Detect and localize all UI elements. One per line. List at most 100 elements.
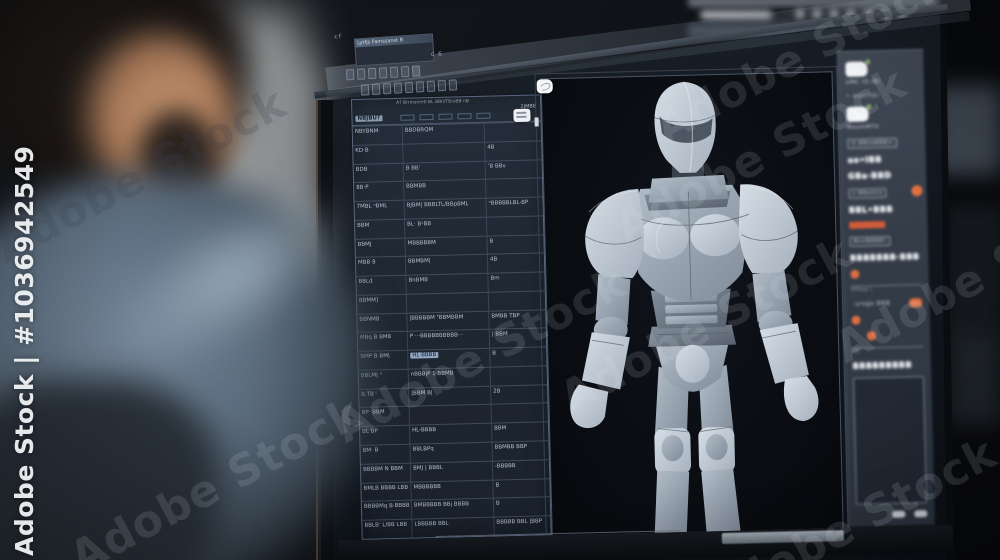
mini-window-titlebar[interactable]: Lytfjs Famssanst B bbox=[355, 34, 433, 48]
toolbar-button[interactable] bbox=[389, 66, 399, 78]
row-cell-value: BBDBRQM bbox=[402, 123, 486, 144]
asset-thumbnail-icon bbox=[850, 268, 921, 270]
row-cell-value: MBBBBBM bbox=[405, 236, 488, 257]
orange-value-bar bbox=[850, 268, 921, 270]
outliner-header-text: A? Brrmsnmtl BL BBiI/TB/vBB nB bbox=[396, 99, 469, 106]
properties-panel-item[interactable]: BBBBBBB·BBB bbox=[850, 252, 921, 263]
toolbar-button[interactable] bbox=[448, 79, 458, 91]
row-cell-name: BBBBMq B·BBBB bbox=[361, 500, 413, 520]
properties-panel-item[interactable] bbox=[851, 314, 922, 325]
row-cell-name: BBLBʼ L/BB LBB bbox=[362, 519, 413, 539]
orange-status-dot bbox=[851, 315, 861, 325]
properties-panel-item[interactable]: UMC IO IBI bbox=[845, 60, 917, 86]
row-cell-value: BBLBPq bbox=[410, 442, 493, 463]
toolbar-button[interactable] bbox=[378, 67, 388, 79]
properties-panel-item[interactable]: BBBBBBBBB bbox=[853, 360, 924, 370]
row-cell-value bbox=[406, 292, 490, 313]
row-cell-extra: 4B bbox=[489, 256, 498, 264]
toolbar-button[interactable] bbox=[393, 82, 403, 94]
orange-blob bbox=[866, 331, 877, 341]
row-cell-extra: | BBM bbox=[491, 331, 508, 339]
row-cell-value bbox=[409, 405, 492, 425]
orange-status-dot bbox=[850, 269, 860, 279]
row-cell-extra: -BBBBB bbox=[494, 462, 516, 470]
row-cell-value: nBBBjP 1·BBMB bbox=[408, 367, 492, 388]
row-cell-extra: B bbox=[489, 238, 494, 245]
row-cell-value: BL· BˣBB bbox=[404, 217, 488, 238]
orange-value-bar bbox=[851, 314, 922, 316]
robot-character-model bbox=[570, 81, 819, 535]
properties-panel-item[interactable] bbox=[849, 220, 920, 229]
properties-panel-item[interactable] bbox=[856, 510, 928, 519]
properties-panel-item[interactable]: ursgo BBB bbox=[851, 298, 922, 309]
row-cell-value: P ···BBBBBBBBBB··· bbox=[407, 330, 491, 350]
toolbar-button[interactable] bbox=[360, 84, 370, 96]
properties-panel-item[interactable]: BnnBBBB? bbox=[849, 234, 920, 247]
row-cell-extra bbox=[486, 179, 542, 198]
toolbar-button[interactable] bbox=[345, 69, 355, 81]
row-cell-extra bbox=[485, 122, 541, 141]
toolbar-button[interactable] bbox=[400, 65, 410, 78]
transform-gizmo-icon[interactable] bbox=[513, 108, 531, 123]
properties-panel-item[interactable]: BBL•BBB bbox=[849, 204, 920, 215]
properties-panel-item[interactable]: MoomMTV bbox=[846, 105, 918, 131]
row-cell-name: 7MBL ⁿBML bbox=[354, 200, 405, 220]
properties-panel-item[interactable] bbox=[850, 268, 921, 279]
properties-panel-item[interactable] bbox=[852, 330, 923, 341]
floating-mini-window[interactable]: Lytfjs Famssanst B bbox=[353, 33, 435, 67]
row-cell-value: HL-BBBB bbox=[410, 423, 493, 444]
row-cell-value: BJBM| BBBLTL/BBpBML bbox=[404, 198, 487, 219]
row-cell-extra: ʼB BBv bbox=[487, 162, 506, 170]
outliner-active-tab[interactable]: NBJBU? bbox=[355, 115, 383, 122]
row-cell-name: KD·B bbox=[353, 144, 404, 164]
row-cell-value: MBBBBBB bbox=[411, 480, 494, 500]
orange-status-dot bbox=[854, 377, 923, 379]
row-cell-extra: Bm bbox=[490, 275, 500, 282]
row-cell-extra bbox=[492, 404, 548, 423]
properties-panel-item[interactable]: BBBgg | bbox=[850, 284, 922, 293]
toolbar-button[interactable] bbox=[404, 81, 414, 94]
toolbar-button[interactable] bbox=[371, 83, 381, 96]
row-cell-extra: BBM bbox=[494, 425, 507, 432]
row-cell-name: BMLB BBBB LBB bbox=[361, 482, 412, 502]
properties-panel-item[interactable]: ⊙ BBnoBBB+ bbox=[847, 136, 918, 149]
toolbar-button[interactable] bbox=[415, 81, 425, 93]
row-cell-value: BBMBM| bbox=[405, 255, 489, 275]
toolbar-button[interactable] bbox=[411, 65, 421, 77]
row-cell-name: BDB bbox=[353, 163, 405, 183]
properties-panel-item[interactable]: BB bbox=[852, 346, 924, 355]
properties-panel-item[interactable]: ao•IBB bbox=[848, 154, 919, 165]
toolbar-button[interactable] bbox=[426, 80, 436, 92]
outliner-rows: NBYBNM· BBDBRQM KD·B 4B BDB B BBʼ ʼB BBv… bbox=[352, 121, 551, 539]
asset-thumbnail-icon bbox=[851, 314, 922, 316]
screen-marking: c 6 bbox=[430, 50, 444, 59]
properties-panel-item[interactable]: c BBettrij bbox=[848, 186, 919, 199]
row-cell-extra: B bbox=[495, 500, 500, 507]
row-cell-value: HL·BBBB bbox=[408, 348, 491, 369]
row-cell-value: BMBBBBB BBj BBBB bbox=[411, 498, 495, 519]
row-cell-extra: 4B bbox=[487, 144, 495, 151]
properties-panel-item[interactable]: GBa·BBD bbox=[848, 170, 919, 181]
toolbar-button[interactable] bbox=[437, 79, 447, 92]
row-cell-name: BBMJ bbox=[355, 238, 406, 258]
orange-blob bbox=[914, 510, 928, 518]
row-cell-value: BMJ | BBBL bbox=[410, 461, 494, 482]
orange-value-bar bbox=[854, 377, 923, 379]
row-cell-value: |BBBBBM ᵀBBMBBM bbox=[407, 311, 490, 332]
row-cell-extra bbox=[491, 366, 547, 385]
row-cell-name: MBB 8 bbox=[355, 257, 407, 277]
viewport-edge-marker bbox=[534, 117, 539, 127]
toolbar-button[interactable] bbox=[356, 68, 366, 80]
row-cell-value: B BBʼ bbox=[403, 161, 486, 182]
asset-thumbnail-icon bbox=[854, 377, 923, 379]
toolbar-button[interactable] bbox=[382, 82, 392, 95]
properties-panel-item[interactable] bbox=[852, 376, 928, 505]
row-cell-value: |BBM B| bbox=[409, 386, 492, 407]
row-cell-extra: BMBB TBP bbox=[491, 312, 520, 320]
row-cell-value: BnBMB bbox=[406, 273, 489, 294]
properties-panel-item[interactable]: • woombi bbox=[846, 91, 917, 100]
viewport-canvas[interactable] bbox=[540, 71, 844, 537]
photo-scene: cf Lytfjs Famssanst B c 6 A? Brrmsnmtl B… bbox=[0, 0, 1000, 560]
row-cell-value: BBMBB bbox=[404, 180, 487, 200]
toolbar-button[interactable] bbox=[367, 67, 377, 80]
